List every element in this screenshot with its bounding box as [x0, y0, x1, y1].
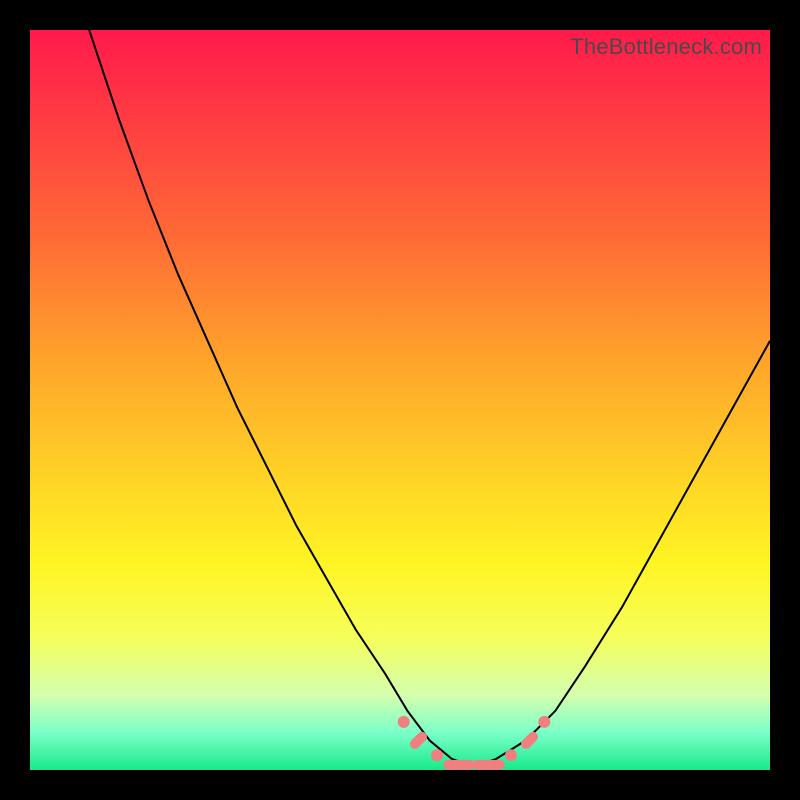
marker: [431, 749, 443, 761]
trough-markers: [398, 716, 551, 770]
marker: [443, 760, 475, 770]
marker: [519, 730, 540, 751]
marker: [538, 716, 550, 728]
marker: [505, 749, 517, 761]
marker: [408, 730, 429, 751]
bottleneck-curve: [89, 30, 770, 766]
marker: [473, 760, 505, 770]
curve-layer: [30, 30, 770, 770]
chart-plot-area: TheBottleneck.com: [30, 30, 770, 770]
marker: [398, 716, 410, 728]
chart-frame: TheBottleneck.com: [0, 0, 800, 800]
